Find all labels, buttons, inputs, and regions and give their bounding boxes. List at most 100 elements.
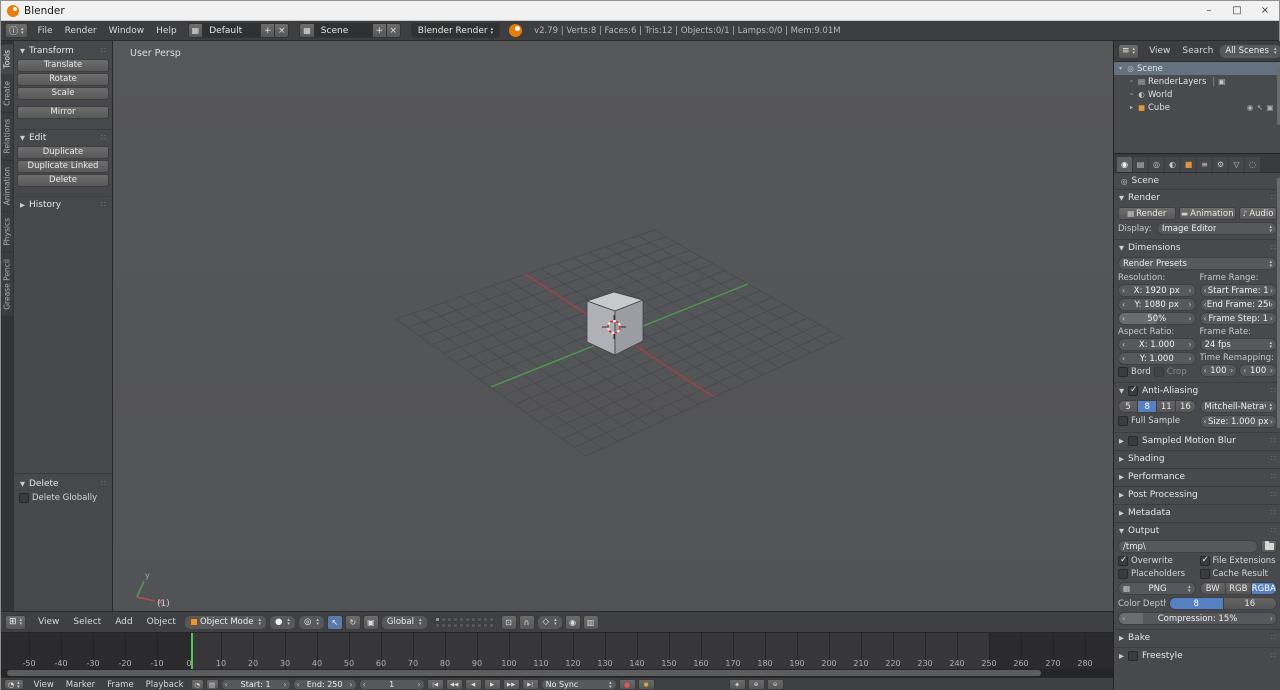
- freestyle-header[interactable]: Freestyle: [1114, 648, 1280, 663]
- layer-4[interactable]: [452, 616, 458, 622]
- post-processing-header[interactable]: Post Processing: [1114, 487, 1280, 502]
- mirror-button[interactable]: Mirror: [17, 106, 109, 119]
- border-checkbox[interactable]: [1118, 367, 1128, 377]
- full-sample-checkbox[interactable]: [1118, 416, 1128, 426]
- prev-keyframe-button[interactable]: ◀◀: [445, 679, 463, 690]
- delete-button[interactable]: Delete: [17, 174, 109, 187]
- minimize-button[interactable]: –: [1195, 1, 1223, 20]
- viewport-3d[interactable]: x y User Persp (1): [113, 41, 1113, 611]
- menu-search[interactable]: Search: [1176, 46, 1219, 56]
- aa-samples-5[interactable]: 5: [1119, 401, 1139, 412]
- placeholders-checkbox[interactable]: [1118, 569, 1128, 579]
- aa-size-field[interactable]: Size: 1.000 px: [1199, 415, 1277, 428]
- scrollbar-thumb[interactable]: [7, 670, 1041, 676]
- jump-to-end-button[interactable]: ▶|: [521, 679, 539, 690]
- layer-12[interactable]: [440, 622, 446, 628]
- menu-help[interactable]: Help: [150, 26, 183, 36]
- overwrite-checkbox[interactable]: [1118, 555, 1128, 566]
- properties-tab-scene[interactable]: ◎: [1149, 157, 1164, 172]
- metadata-header[interactable]: Metadata: [1114, 505, 1280, 520]
- shading-header[interactable]: Shading: [1114, 451, 1280, 466]
- layer-7[interactable]: [470, 616, 476, 622]
- layer-3[interactable]: [446, 616, 452, 622]
- close-button[interactable]: ×: [1251, 1, 1279, 20]
- transform-orientation-select[interactable]: Global: [380, 614, 428, 630]
- layer-20[interactable]: [488, 622, 494, 628]
- resolution-y-field[interactable]: Y: 1080 px: [1118, 298, 1196, 311]
- layer-1[interactable]: [434, 616, 440, 622]
- menu-view[interactable]: View: [29, 680, 59, 690]
- dimensions-panel-header[interactable]: Dimensions: [1114, 240, 1280, 255]
- properties-tab-physics[interactable]: ◌: [1245, 157, 1260, 172]
- duplicate-linked-button[interactable]: Duplicate Linked: [17, 160, 109, 173]
- menu-add[interactable]: Add: [109, 617, 138, 627]
- maximize-button[interactable]: □: [1223, 1, 1251, 20]
- resolution-x-field[interactable]: X: 1920 px: [1118, 284, 1196, 297]
- file-extensions-checkbox[interactable]: [1199, 555, 1210, 566]
- editor-type-selector[interactable]: ≡: [1118, 43, 1140, 59]
- sampled-motion-blur-checkbox[interactable]: [1128, 435, 1138, 446]
- visibility-eye-icon[interactable]: ◉: [1246, 103, 1254, 112]
- menu-view[interactable]: View: [32, 617, 65, 627]
- delete-keyframe-button[interactable]: ⊖: [766, 679, 784, 690]
- aa-samples-11[interactable]: 11: [1157, 401, 1177, 412]
- layer-16[interactable]: [464, 622, 470, 628]
- edit-panel-header[interactable]: Edit: [15, 130, 111, 145]
- tab-grease-pencil[interactable]: Grease Pencil: [1, 252, 13, 316]
- add-scene-button[interactable]: +: [372, 23, 387, 38]
- delete-scene-button[interactable]: ×: [386, 23, 401, 38]
- timeline-band[interactable]: -50 -40 -30 -20 -10 0 10 20 30 40 50 60 70 80 90 100 110…: [1, 633, 1113, 669]
- menu-render[interactable]: Render: [59, 26, 103, 36]
- menu-window[interactable]: Window: [103, 26, 151, 36]
- current-frame-field[interactable]: 1: [358, 679, 425, 690]
- use-preview-range-toggle[interactable]: ◔: [190, 679, 204, 690]
- copy-range-icon[interactable]: ▤: [205, 679, 219, 690]
- freestyle-checkbox[interactable]: [1128, 650, 1138, 661]
- layer-6[interactable]: [464, 616, 470, 622]
- tab-create[interactable]: Create: [1, 75, 13, 113]
- history-panel-header[interactable]: History: [15, 197, 111, 212]
- insert-keyframe-button[interactable]: ⊕: [747, 679, 765, 690]
- cache-result-checkbox[interactable]: [1199, 569, 1210, 579]
- pivot-point-select[interactable]: ◎: [297, 614, 325, 630]
- properties-tab-object-data[interactable]: ▽: [1229, 157, 1244, 172]
- translate-button[interactable]: Translate: [17, 59, 109, 72]
- layer-5[interactable]: [458, 616, 464, 622]
- outliner-item-world[interactable]: ∘ ◐ World: [1114, 88, 1280, 101]
- menu-marker[interactable]: Marker: [61, 680, 100, 690]
- bake-header[interactable]: Bake: [1114, 630, 1280, 645]
- browse-screens-icon[interactable]: ▦: [187, 23, 204, 38]
- color-mode-rgb[interactable]: RGB: [1226, 583, 1252, 594]
- manipulator-rotate-toggle[interactable]: ↻: [344, 614, 361, 630]
- layer-14[interactable]: [452, 622, 458, 628]
- start-frame-field[interactable]: Start Frame: 1: [1199, 284, 1277, 297]
- render-animation-button[interactable]: ▬ Animation: [1178, 207, 1236, 220]
- aspect-y-field[interactable]: Y: 1.000: [1118, 352, 1196, 365]
- delete-screen-button[interactable]: ×: [275, 23, 290, 38]
- resolution-percentage-slider[interactable]: 50%: [1118, 312, 1196, 325]
- aspect-x-field[interactable]: X: 1.000: [1118, 338, 1196, 351]
- render-button[interactable]: ▦ Render: [1118, 207, 1176, 220]
- color-depth-16[interactable]: 16: [1223, 598, 1276, 609]
- color-mode-rgba[interactable]: RGBA: [1251, 583, 1276, 594]
- lock-to-scene-toggle[interactable]: ⊡: [500, 614, 517, 630]
- av-sync-select[interactable]: No Sync: [540, 679, 617, 690]
- antialiasing-checkbox[interactable]: [1128, 385, 1138, 396]
- snap-toggle[interactable]: ∩: [518, 614, 535, 630]
- tab-tools[interactable]: Tools: [1, 44, 13, 75]
- screen-layout-name[interactable]: Default: [203, 23, 262, 38]
- editor-type-selector[interactable]: ◔: [4, 679, 24, 690]
- expand-icon[interactable]: ▸: [1128, 104, 1135, 111]
- menu-frame[interactable]: Frame: [102, 680, 138, 690]
- properties-tab-constraints[interactable]: ≡: [1197, 157, 1212, 172]
- outliner-item-renderlayers[interactable]: ∘ ▤ RenderLayers | ▣: [1114, 75, 1280, 88]
- menu-view[interactable]: View: [1143, 46, 1176, 56]
- transform-panel-header[interactable]: Transform: [15, 43, 111, 58]
- frame-rate-select[interactable]: 24 fps: [1199, 338, 1277, 351]
- properties-tab-render[interactable]: ◉: [1117, 157, 1132, 172]
- compression-slider[interactable]: Compression: 15%: [1118, 612, 1277, 625]
- current-frame-marker[interactable]: [191, 633, 193, 669]
- add-screen-button[interactable]: +: [261, 23, 276, 38]
- opengl-render-still-button[interactable]: ◉: [564, 614, 581, 630]
- time-remap-old-field[interactable]: 100: [1199, 364, 1238, 377]
